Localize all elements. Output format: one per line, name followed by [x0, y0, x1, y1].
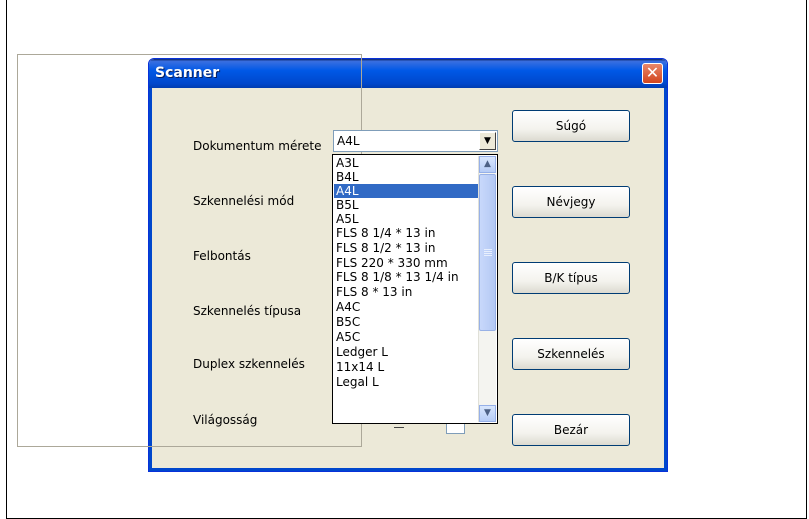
bw-type-button[interactable]: B/K típus: [512, 262, 630, 294]
scan-button[interactable]: Szkennelés: [512, 338, 630, 370]
chevron-down-icon[interactable]: ▼: [479, 132, 496, 150]
resolution-label: Felbontás: [193, 249, 251, 263]
scroll-down-icon[interactable]: ▼: [479, 405, 496, 422]
about-button[interactable]: Névjegy: [512, 186, 630, 218]
list-item[interactable]: Ledger L: [334, 345, 478, 359]
list-item[interactable]: FLS 220 * 330 mm: [334, 256, 478, 270]
scroll-up-icon[interactable]: ▲: [479, 156, 496, 173]
brightness-control-edge: [446, 424, 465, 434]
list-item[interactable]: FLS 8 1/2 * 13 in: [334, 241, 478, 255]
list-item[interactable]: 11x14 L: [334, 360, 478, 374]
doc-size-select[interactable]: A4L ▼: [333, 130, 498, 152]
list-scrollbar[interactable]: ▲ ▼: [478, 156, 496, 422]
list-item[interactable]: A5C: [334, 330, 478, 344]
doc-size-value: A4L: [337, 134, 360, 148]
list-item[interactable]: B5C: [334, 315, 478, 329]
settings-group: [17, 54, 362, 447]
brightness-label: Világosság: [193, 413, 258, 427]
list-item[interactable]: Legal L: [334, 375, 478, 389]
list-item[interactable]: A3L: [334, 156, 478, 170]
list-item[interactable]: A5L: [334, 212, 478, 226]
scroll-thumb[interactable]: [479, 174, 496, 331]
brightness-slider-tick: [394, 427, 404, 428]
duplex-label: Duplex szkennelés: [193, 357, 305, 371]
list-item[interactable]: FLS 8 * 13 in: [334, 285, 478, 299]
scan-type-label: Szkennelés típusa: [193, 304, 302, 318]
scan-mode-label: Szkennelési mód: [193, 194, 295, 208]
list-item[interactable]: B4L: [334, 170, 478, 184]
list-item[interactable]: A4C: [334, 300, 478, 314]
help-button[interactable]: Súgó: [512, 110, 630, 142]
close-icon[interactable]: ✕: [642, 63, 663, 84]
doc-size-dropdown-list[interactable]: A3L B4L A4L B5L A5L FLS 8 1/4 * 13 in FL…: [332, 154, 498, 424]
list-item-selected[interactable]: A4L: [334, 184, 478, 198]
doc-size-label: Dokumentum mérete: [193, 139, 322, 153]
list-item[interactable]: FLS 8 1/4 * 13 in: [334, 226, 478, 240]
close-button[interactable]: Bezár: [512, 414, 630, 446]
list-item[interactable]: FLS 8 1/8 * 13 1/4 in: [334, 270, 478, 284]
grip-icon: [484, 249, 492, 250]
list-item[interactable]: B5L: [334, 198, 478, 212]
